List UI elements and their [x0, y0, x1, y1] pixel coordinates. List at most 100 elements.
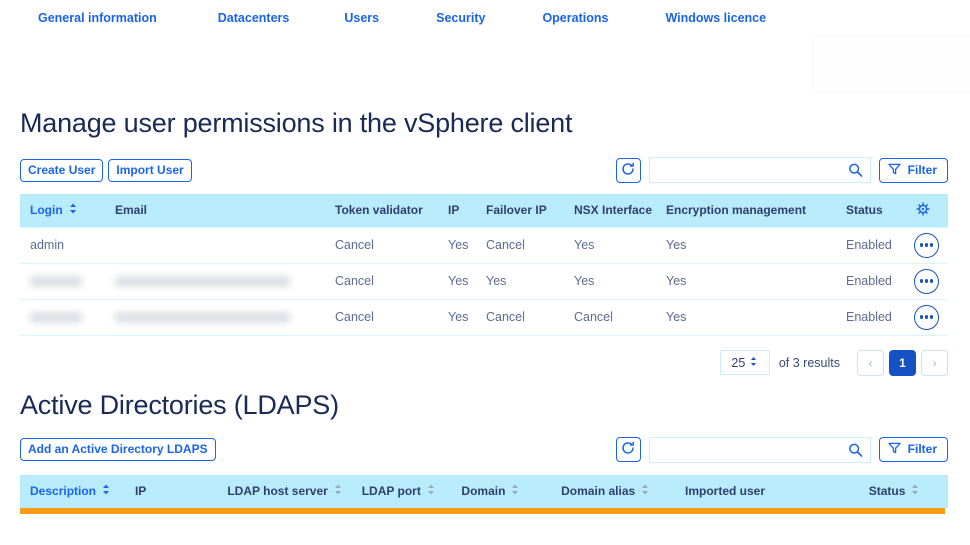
cell-encryption-management: Yes	[656, 263, 836, 299]
search-icon[interactable]	[848, 442, 863, 457]
ldaps-table: Description IP LDAP host server	[20, 475, 948, 508]
users-toolbar-search-group: Filter	[616, 157, 948, 183]
cell-nsx-interface: Yes	[564, 227, 656, 263]
column-header-email[interactable]: Email	[105, 194, 325, 227]
users-table: Login Email Token validator IP Failover …	[20, 194, 948, 336]
create-user-button[interactable]: Create User	[20, 159, 103, 182]
cell-encryption-management: Yes	[656, 299, 836, 335]
users-filter-label: Filter	[908, 164, 937, 176]
ldaps-table-head: Description IP LDAP host server	[20, 475, 948, 508]
pagination-page-1-button[interactable]: 1	[889, 350, 916, 376]
active-directories-section: Active Directories (LDAPS) Add an Active…	[0, 390, 970, 514]
users-toolbar-actions: Create User Import User	[20, 159, 192, 182]
column-header-ldap-host-server[interactable]: LDAP host server	[217, 475, 351, 508]
cell-status: Enabled	[836, 299, 912, 335]
users-table-body: adminCancelYesCancelYesYesEnabledCancelY…	[20, 227, 948, 335]
user-permissions-section: Manage user permissions in the vSphere c…	[0, 36, 970, 376]
pagination-prev-button[interactable]: ‹	[857, 350, 884, 376]
cell-ip: Yes	[438, 263, 476, 299]
results-count-text: of 3 results	[779, 356, 840, 370]
nav-item-windows-licence[interactable]: Windows licence	[665, 11, 766, 25]
ldaps-toolbar-actions: Add an Active Directory LDAPS	[20, 438, 216, 461]
table-row[interactable]: CancelYesYesYesYesEnabled	[20, 263, 948, 299]
add-active-directory-ldaps-button[interactable]: Add an Active Directory LDAPS	[20, 438, 216, 461]
column-header-token-validator[interactable]: Token validator	[325, 194, 438, 227]
cell-login: admin	[20, 227, 105, 263]
cell-email	[105, 263, 325, 299]
cell-token-validator: Cancel	[325, 227, 438, 263]
ldaps-toolbar: Add an Active Directory LDAPS	[0, 437, 970, 463]
column-header-imported-user[interactable]: Imported user	[675, 475, 859, 508]
column-header-ip[interactable]: IP	[438, 194, 476, 227]
redacted-value	[115, 276, 290, 287]
gear-icon[interactable]	[916, 205, 930, 219]
redacted-value	[30, 312, 82, 323]
ldaps-table-wrap: Description IP LDAP host server	[0, 475, 970, 508]
column-label-ldap-port: LDAP port	[362, 484, 421, 498]
cell-actions	[912, 299, 948, 335]
column-header-login[interactable]: Login	[20, 194, 105, 227]
users-filter-button[interactable]: Filter	[879, 158, 948, 183]
nav-item-security[interactable]: Security	[436, 11, 485, 25]
column-header-status[interactable]: Status	[836, 194, 912, 227]
cell-email	[105, 299, 325, 335]
column-header-ldaps-ip[interactable]: IP	[125, 475, 217, 508]
ldaps-search-input[interactable]	[650, 438, 870, 462]
column-header-ldaps-status[interactable]: Status	[859, 475, 948, 508]
table-row[interactable]: adminCancelYesCancelYesYesEnabled	[20, 227, 948, 263]
filter-icon	[888, 163, 901, 177]
column-header-failover-ip[interactable]: Failover IP	[476, 194, 564, 227]
column-label-domain-alias: Domain alias	[561, 484, 635, 498]
table-row[interactable]: CancelYesCancelCancelYesEnabled	[20, 299, 948, 335]
refresh-icon	[621, 441, 635, 458]
column-header-encryption-management[interactable]: Encryption management	[656, 194, 836, 227]
column-header-domain[interactable]: Domain	[451, 475, 551, 508]
ldaps-search-field[interactable]	[649, 437, 871, 463]
nav-item-datacenters[interactable]: Datacenters	[218, 11, 290, 25]
ldaps-toolbar-search-group: Filter	[616, 437, 948, 463]
column-header-settings[interactable]	[912, 194, 948, 227]
main-navigation: General information Datacenters Users Se…	[0, 0, 970, 36]
refresh-icon	[621, 162, 635, 179]
users-search-input[interactable]	[650, 158, 870, 182]
cell-token-validator: Cancel	[325, 263, 438, 299]
nav-item-general-information[interactable]: General information	[38, 11, 157, 25]
sort-arrows-icon	[102, 484, 110, 498]
page-size-select[interactable]: 25	[720, 350, 770, 375]
users-search-field[interactable]	[649, 157, 871, 183]
row-more-options-button[interactable]	[914, 269, 939, 294]
ldaps-filter-button[interactable]: Filter	[879, 437, 948, 462]
row-more-options-button[interactable]	[914, 305, 939, 330]
ldaps-refresh-button[interactable]	[616, 437, 641, 462]
users-toolbar: Create User Import User	[0, 157, 970, 183]
sort-arrows-icon	[334, 484, 342, 498]
column-header-domain-alias[interactable]: Domain alias	[551, 475, 675, 508]
nav-item-users[interactable]: Users	[344, 11, 379, 25]
cell-login	[20, 263, 105, 299]
sort-arrows-icon	[69, 203, 77, 217]
import-user-button[interactable]: Import User	[108, 159, 191, 182]
users-table-head: Login Email Token validator IP Failover …	[20, 194, 948, 227]
redacted-value	[115, 312, 290, 323]
users-table-header-row: Login Email Token validator IP Failover …	[20, 194, 948, 227]
cell-nsx-interface: Yes	[564, 263, 656, 299]
row-more-options-button[interactable]	[914, 233, 939, 258]
cell-status: Enabled	[836, 263, 912, 299]
search-icon[interactable]	[848, 163, 863, 178]
pagination-next-button[interactable]: ›	[921, 350, 948, 376]
page-size-value: 25	[731, 356, 745, 370]
column-header-description[interactable]: Description	[20, 475, 125, 508]
column-label-ldap-host-server: LDAP host server	[227, 484, 327, 498]
refresh-button[interactable]	[616, 158, 641, 183]
column-header-ldap-port[interactable]: LDAP port	[352, 475, 452, 508]
column-header-nsx-interface[interactable]: NSX Interface	[564, 194, 656, 227]
cell-ip: Yes	[438, 227, 476, 263]
users-pagination: 25 of 3 results ‹ 1 ›	[0, 336, 970, 376]
ldaps-section-title: Active Directories (LDAPS)	[0, 390, 970, 421]
ldaps-progress-bar	[20, 508, 945, 514]
cell-status: Enabled	[836, 227, 912, 263]
column-label-login: Login	[30, 203, 63, 217]
redacted-value	[30, 276, 82, 287]
nav-item-operations[interactable]: Operations	[542, 11, 608, 25]
chevron-updown-icon	[749, 356, 758, 370]
